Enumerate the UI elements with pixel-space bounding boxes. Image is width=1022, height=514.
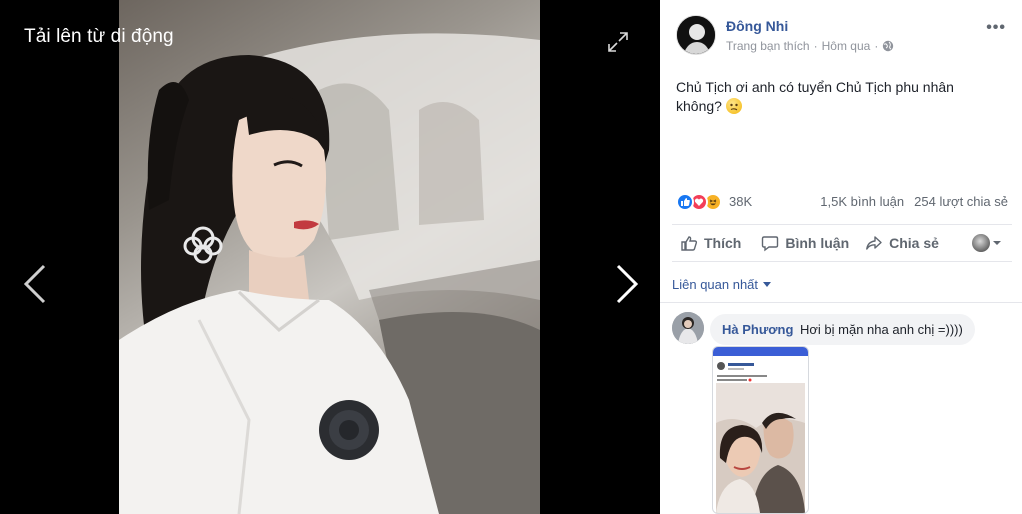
couple-photo (716, 383, 805, 513)
chevron-left-icon[interactable] (20, 262, 50, 306)
meta-liked-page: Trang bạn thích (726, 39, 810, 53)
commenter-name[interactable]: Hà Phương (722, 322, 793, 337)
meta-separator-2: · (874, 39, 879, 53)
globe-icon[interactable] (882, 40, 894, 52)
avatar-image (677, 16, 715, 54)
chevron-right-icon[interactable] (612, 262, 642, 306)
reaction-icons[interactable] (676, 193, 722, 211)
reaction-count[interactable]: 38K (729, 194, 752, 209)
phone-status-bar (713, 347, 808, 356)
dropdown-caret-icon (763, 282, 772, 287)
post-header: Đông Nhi Trang bạn thích · Hôm qua · ••• (676, 15, 1006, 59)
comment-sort-dropdown[interactable]: Liên quan nhất (672, 277, 772, 292)
phone-post-header-graphic (717, 362, 767, 382)
share-button[interactable]: Chia sẻ (857, 225, 947, 261)
comment-sort-label: Liên quan nhất (672, 277, 759, 292)
comment-bubble-icon (762, 236, 779, 252)
share-label: Chia sẻ (889, 235, 939, 251)
photo-illustration (119, 33, 540, 514)
more-options-button[interactable]: ••• (986, 19, 1006, 37)
photo-viewer: Tải lên từ di động (0, 0, 660, 514)
meta-separator: · (813, 39, 818, 53)
commenter-avatar[interactable] (672, 312, 704, 344)
phone-post-preview (716, 361, 805, 513)
comment-text: Hơi bị mặn nha anh chị =)))) (800, 322, 963, 337)
post-photo[interactable] (119, 0, 540, 514)
caret-down-icon (993, 241, 1001, 245)
post-time[interactable]: Hôm qua (822, 39, 871, 53)
post-actions: Thích Bình luận Chia sẻ (672, 224, 1012, 262)
post-text: Chủ Tịch ơi anh có tuyển Chủ Tịch phu nh… (676, 78, 996, 116)
comment-button[interactable]: Bình luận (753, 225, 857, 261)
confused-face-emoji (725, 98, 742, 114)
expand-arrows-icon[interactable] (606, 30, 630, 54)
share-arrow-icon (866, 236, 882, 250)
like-button[interactable]: Thích (672, 225, 749, 261)
stats-right: 1,5K bình luận 254 lượt chia sẻ (820, 194, 1008, 209)
thumbs-up-icon (681, 236, 698, 251)
viewer-title: Tải lên từ di động (24, 26, 174, 47)
share-count[interactable]: 254 lượt chia sẻ (914, 194, 1008, 209)
post-meta: Trang bạn thích · Hôm qua · (726, 39, 894, 53)
page-avatar-icon (972, 234, 990, 252)
comment-bubble: Hà Phương Hơi bị mặn nha anh chị =)))) (710, 314, 975, 345)
author-avatar[interactable] (676, 15, 716, 55)
comment-attached-image[interactable] (712, 346, 809, 514)
post-as-selector[interactable] (964, 225, 1010, 261)
post-text-content: Chủ Tịch ơi anh có tuyển Chủ Tịch phu nh… (676, 79, 954, 114)
comment-count[interactable]: 1,5K bình luận (820, 194, 904, 209)
comment-label: Bình luận (785, 235, 850, 251)
commenter-avatar-image (672, 312, 704, 344)
like-reaction-icon (676, 193, 694, 211)
comment-filter-row: Liên quan nhất (660, 266, 1022, 303)
post-stats: 38K 1,5K bình luận 254 lượt chia sẻ (676, 191, 1008, 211)
like-label: Thích (704, 235, 742, 251)
author-name[interactable]: Đông Nhi (726, 18, 788, 34)
